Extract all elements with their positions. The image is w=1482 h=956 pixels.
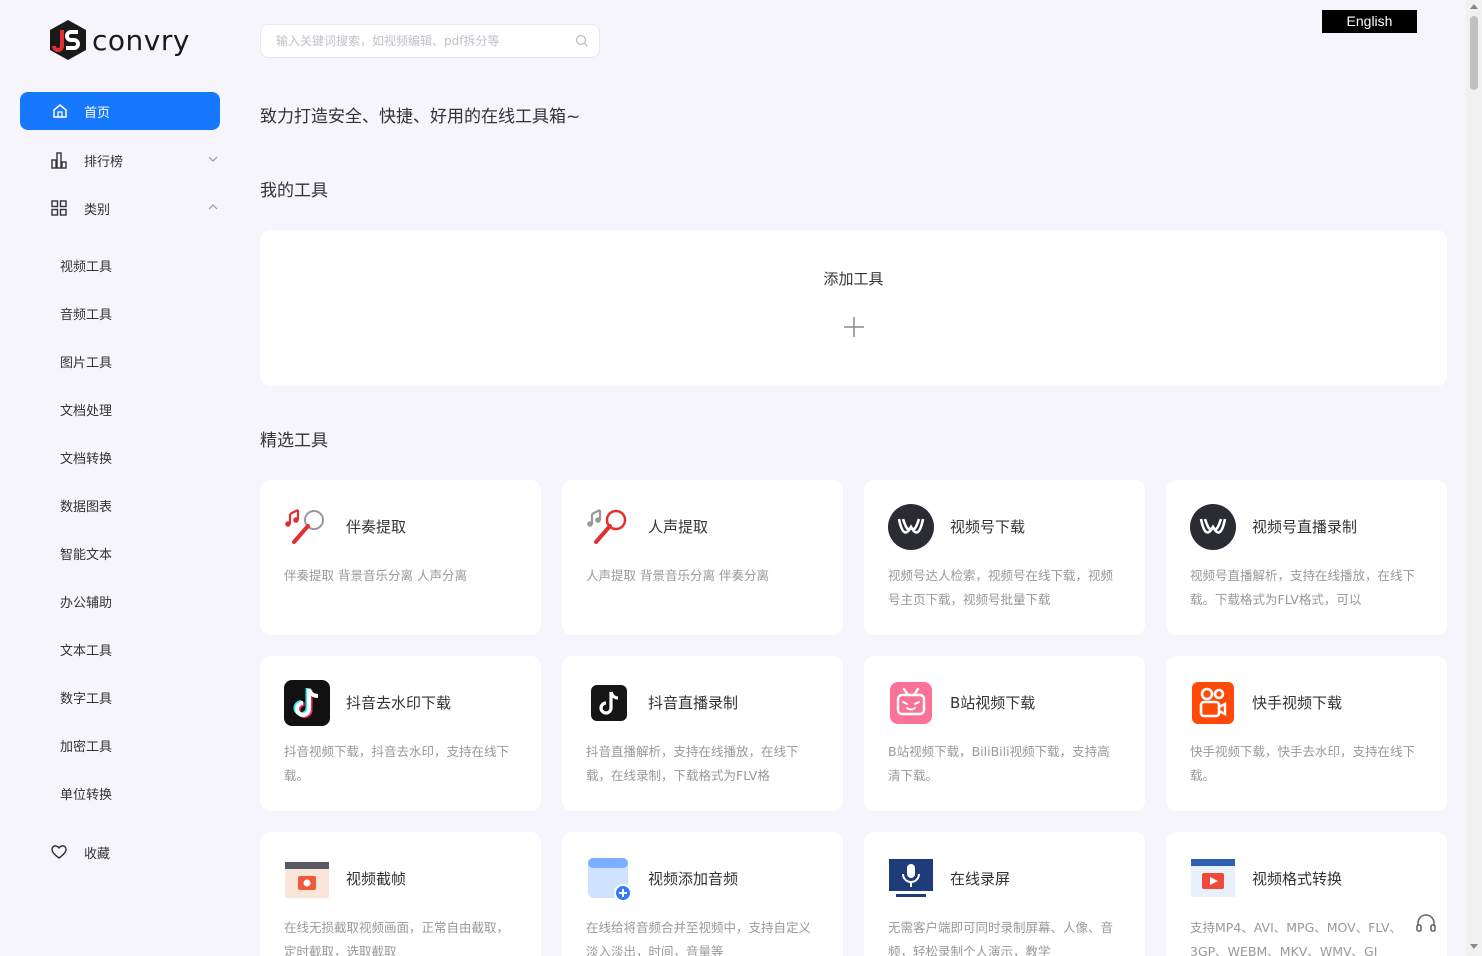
page-scrollbar[interactable] bbox=[1466, 0, 1482, 956]
plus-icon[interactable] bbox=[842, 315, 866, 339]
logo-mark-icon bbox=[50, 20, 86, 60]
page-slogan: 致力打造安全、快捷、好用的在线工具箱~ bbox=[260, 107, 581, 127]
brand-name: convry bbox=[92, 23, 190, 57]
tool-card-title: 视频截帧 bbox=[346, 870, 407, 888]
my-tools-title: 我的工具 bbox=[260, 181, 328, 201]
tool-card-title: 伴奏提取 bbox=[346, 518, 407, 536]
category-item[interactable]: 智能文本 bbox=[60, 544, 112, 563]
category-item[interactable]: 图片工具 bbox=[60, 352, 112, 371]
douyin-icon bbox=[284, 680, 330, 726]
tool-card-desc: 支持MP4、AVI、MPG、MOV、FLV、3GP、WEBM、MKV、WMV、G… bbox=[1190, 920, 1403, 956]
tool-card-desc: 在线无损截取视频画面，正常自由截取，定时截取，选取截取 bbox=[284, 920, 510, 956]
featured-tools-title: 精选工具 bbox=[260, 431, 328, 451]
tool-card-title: 视频号直播录制 bbox=[1252, 518, 1358, 536]
sidebar: convry 首页 排行榜 类别 视频工具 音频工具 图片工具 文档处理 文档转… bbox=[0, 0, 240, 956]
tool-card[interactable]: 人声提取 人声提取 背景音乐分离 伴奏分离 bbox=[562, 480, 843, 635]
tool-card-title: 抖音去水印下载 bbox=[346, 694, 452, 712]
tool-card-title: 视频号下载 bbox=[950, 518, 1026, 536]
tool-card[interactable]: 视频添加音频 在线给将音频合并至视频中，支持自定义淡入淡出，时间，音量等 bbox=[562, 832, 843, 956]
nav-category[interactable]: 类别 bbox=[20, 190, 220, 226]
format-convert-icon bbox=[1191, 859, 1235, 897]
scroll-down-arrow[interactable] bbox=[1470, 944, 1478, 949]
tool-card-desc: 伴奏提取 背景音乐分离 人声分离 bbox=[284, 568, 467, 583]
category-item[interactable]: 音频工具 bbox=[60, 304, 112, 323]
nav-favorites[interactable]: 收藏 bbox=[20, 834, 220, 870]
logo[interactable]: convry bbox=[48, 18, 190, 62]
tool-card-desc: 视频号直播解析，支持在线播放，在线下载。下载格式为FLV格式，可以 bbox=[1190, 568, 1416, 607]
tool-card[interactable]: 抖音直播录制 抖音直播解析，支持在线播放，在线下载，在线录制，下载格式为FLV格 bbox=[562, 656, 843, 811]
tool-card[interactable]: 视频号直播录制 视频号直播解析，支持在线播放，在线下载。下载格式为FLV格式，可… bbox=[1166, 480, 1447, 635]
tool-card[interactable]: 视频格式转换 支持MP4、AVI、MPG、MOV、FLV、3GP、WEBM、MK… bbox=[1166, 832, 1447, 956]
douyin-icon bbox=[591, 685, 627, 721]
add-tool-label: 添加工具 bbox=[823, 270, 884, 288]
tool-card[interactable]: 视频截帧 在线无损截取视频画面，正常自由截取，定时截取，选取截取 bbox=[260, 832, 541, 956]
tool-card-desc: 视频号达人检索，视频号在线下载，视频号主页下载，视频号批量下载 bbox=[888, 568, 1114, 607]
tool-card-desc: 快手视频下载，快手去水印，支持在线下载。 bbox=[1190, 744, 1416, 783]
category-item[interactable]: 文档转换 bbox=[60, 448, 112, 467]
microphone-icon bbox=[587, 509, 627, 544]
tool-card-title: B站视频下载 bbox=[950, 694, 1036, 712]
nav-ranking[interactable]: 排行榜 bbox=[20, 142, 220, 178]
add-tool-card[interactable]: 添加工具 bbox=[260, 230, 1447, 386]
tool-card-title: 人声提取 bbox=[648, 518, 709, 536]
bar-chart-icon bbox=[51, 152, 67, 169]
tool-card-desc: 人声提取 背景音乐分离 伴奏分离 bbox=[586, 568, 769, 583]
tool-card-title: 视频添加音频 bbox=[648, 870, 739, 888]
category-item[interactable]: 单位转换 bbox=[60, 784, 112, 803]
tool-card[interactable]: 伴奏提取 伴奏提取 背景音乐分离 人声分离 bbox=[260, 480, 541, 635]
tool-card-desc: B站视频下载，BiliBili视频下载，支持高清下载。 bbox=[888, 744, 1110, 783]
nav-ranking-label: 排行榜 bbox=[84, 154, 124, 170]
screen-record-icon bbox=[889, 859, 933, 897]
grid-icon bbox=[51, 200, 67, 216]
tool-card[interactable]: 在线录屏 无需客户端即可同时录制屏幕、人像、音频，轻松录制个人演示，教学 bbox=[864, 832, 1145, 956]
tool-card[interactable]: B站视频下载 B站视频下载，BiliBili视频下载，支持高清下载。 bbox=[864, 656, 1145, 811]
add-audio-icon bbox=[588, 858, 632, 902]
category-item[interactable]: 数字工具 bbox=[60, 688, 112, 707]
tool-card-title: 视频格式转换 bbox=[1252, 870, 1343, 888]
home-icon bbox=[53, 104, 67, 118]
category-item[interactable]: 办公辅助 bbox=[60, 592, 112, 611]
tool-card[interactable]: 快手视频下载 快手视频下载，快手去水印，支持在线下载。 bbox=[1166, 656, 1447, 811]
bilibili-icon bbox=[890, 682, 932, 724]
search-icon[interactable] bbox=[575, 34, 589, 48]
category-item[interactable]: 加密工具 bbox=[60, 736, 112, 755]
category-item[interactable]: 视频工具 bbox=[60, 256, 112, 275]
nav-home-label: 首页 bbox=[84, 105, 111, 121]
tool-card-desc: 无需客户端即可同时录制屏幕、人像、音频，轻松录制个人演示，教学 bbox=[888, 920, 1114, 956]
scroll-up-arrow[interactable] bbox=[1470, 4, 1478, 9]
category-item[interactable]: 文本工具 bbox=[60, 640, 112, 659]
tool-card[interactable]: 视频号下载 视频号达人检索，视频号在线下载，视频号主页下载，视频号批量下载 bbox=[864, 480, 1145, 635]
scrollbar-thumb[interactable] bbox=[1470, 16, 1478, 90]
tool-card-desc: 抖音直播解析，支持在线播放，在线下载，在线录制，下载格式为FLV格 bbox=[586, 744, 799, 783]
chevron-up-icon bbox=[208, 204, 218, 210]
wechat-channels-icon bbox=[888, 504, 934, 550]
category-item[interactable]: 文档处理 bbox=[60, 400, 112, 419]
heart-icon bbox=[51, 845, 67, 859]
search-box bbox=[260, 24, 600, 58]
tool-card-title: 快手视频下载 bbox=[1252, 694, 1343, 712]
nav-home[interactable]: 首页 bbox=[20, 92, 220, 130]
tool-card-desc: 抖音视频下载，抖音去水印，支持在线下载。 bbox=[284, 744, 510, 783]
nav-category-label: 类别 bbox=[84, 202, 111, 218]
category-item[interactable]: 数据图表 bbox=[60, 496, 112, 515]
tool-card-desc: 在线给将音频合并至视频中，支持自定义淡入淡出，时间，音量等 bbox=[586, 920, 812, 956]
nav-favorites-label: 收藏 bbox=[84, 846, 111, 862]
tool-card-title: 抖音直播录制 bbox=[648, 694, 739, 712]
kuaishou-icon bbox=[1192, 682, 1234, 724]
headset-support-icon[interactable] bbox=[1414, 912, 1438, 936]
frame-capture-icon bbox=[285, 862, 329, 898]
wechat-channels-icon bbox=[1190, 504, 1236, 550]
search-input[interactable] bbox=[261, 25, 561, 57]
tool-card-title: 在线录屏 bbox=[950, 870, 1011, 888]
microphone-icon bbox=[285, 509, 324, 544]
language-button[interactable]: English bbox=[1322, 10, 1417, 33]
chevron-down-icon bbox=[208, 156, 218, 162]
tool-card[interactable]: 抖音去水印下载 抖音视频下载，抖音去水印，支持在线下载。 bbox=[260, 656, 541, 811]
